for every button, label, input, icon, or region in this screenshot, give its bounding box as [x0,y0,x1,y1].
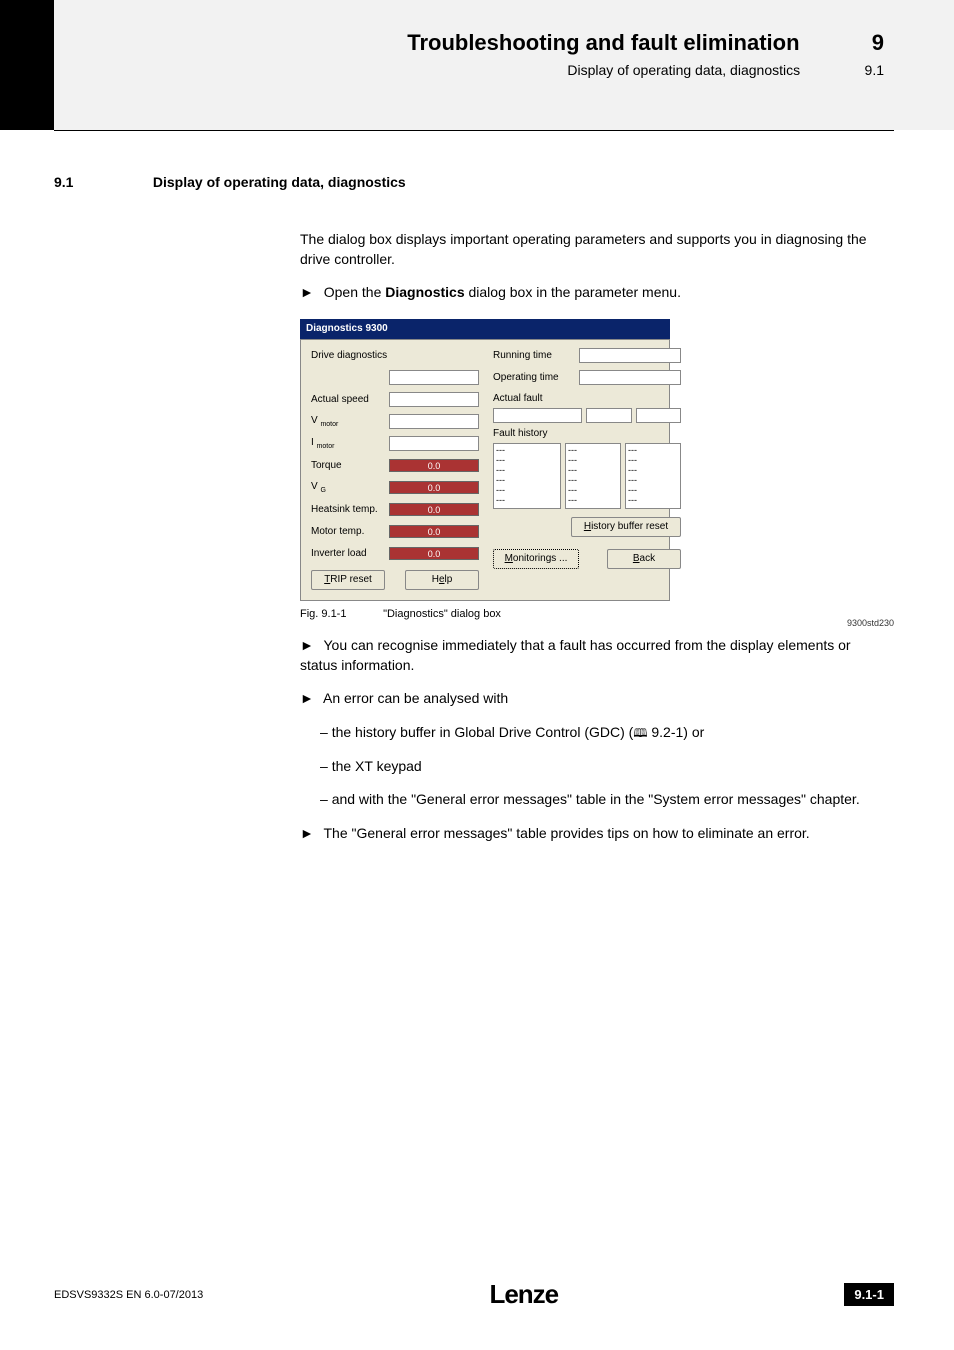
label-heatsink: Heatsink temp. [311,503,389,517]
section-heading: 9.1 Display of operating data, diagnosti… [54,174,894,190]
label-motor-temp: Motor temp. [311,525,389,539]
label-fault-history: Fault history [493,427,681,441]
label-operating-time: Operating time [493,371,579,385]
content-area: The dialog box displays important operat… [300,230,890,857]
fault-history-grid: ------------------ ------------------ --… [493,443,681,509]
label-v-motor: V motor [311,414,389,430]
bullet-tips: ► The "General error messages" table pro… [300,824,890,844]
help-button[interactable]: Help [405,570,479,590]
label-running-time: Running time [493,349,579,363]
actual-fault-field-3[interactable] [636,408,682,423]
chapter-title: Troubleshooting and fault elimination [407,30,799,56]
chapter-number: 9 [844,30,884,56]
figure-number: Fig. 9.1-1 [300,607,380,622]
i-motor-field[interactable] [389,436,479,451]
open-diagnostics-line: ► Open the Diagnostics dialog box in the… [300,283,890,303]
header-subtitle-num: 9.1 [844,62,884,78]
fault-col-3[interactable]: ------------------ [625,443,681,509]
label-inverter-load: Inverter load [311,547,389,561]
bullet-recognise-fault: ► You can recognise immediately that a f… [300,636,890,675]
dash-xt-keypad: – the XT keypad [320,757,890,777]
label-i-motor: I motor [311,436,389,452]
fault-col-1[interactable]: ------------------ [493,443,561,509]
monitorings-button[interactable]: Monitorings ... [493,549,579,569]
doc-id: EDSVS9332S EN 6.0-07/2013 [54,1289,203,1301]
heatsink-bar: 0.0 [389,503,479,516]
history-buffer-reset-button[interactable]: History buffer reset [571,517,681,537]
torque-bar: 0.0 [389,459,479,472]
diagnostics-dialog: Diagnostics 9300 Drive diagnostics Actua… [300,319,670,601]
back-button[interactable]: Back [607,549,681,569]
label-actual-fault: Actual fault [493,392,681,406]
figure-caption-text: "Diagnostics" dialog box [383,608,501,620]
arrow-icon: ► [300,690,314,706]
figure-caption: Fig. 9.1-1 "Diagnostics" dialog box [300,607,890,622]
open-suffix: dialog box in the parameter menu. [465,284,681,300]
motor-temp-bar: 0.0 [389,525,479,538]
running-time-field[interactable] [579,348,681,363]
page-number: 9.1-1 [844,1283,894,1306]
section-title: Display of operating data, diagnostics [153,174,406,190]
trip-reset-button[interactable]: TRIP reset [311,570,385,590]
figure-reference-code: 9300std230 [847,618,894,628]
label-drive-diagnostics: Drive diagnostics [311,349,389,363]
inverter-load-bar: 0.0 [389,547,479,560]
arrow-icon: ► [300,637,314,653]
book-icon: 🕮 [633,726,647,740]
section-number: 9.1 [54,174,149,190]
actual-speed-field[interactable] [389,392,479,407]
open-prefix: Open the [324,284,386,300]
intro-paragraph: The dialog box displays important operat… [300,230,890,269]
arrow-icon: ► [300,284,314,300]
v-motor-field[interactable] [389,414,479,429]
dash-history-buffer: – the history buffer in Global Drive Con… [320,723,890,743]
actual-fault-field-1[interactable] [493,408,582,423]
label-vg: V G [311,480,389,496]
header-divider [54,130,894,131]
bullet-error-analysed: ► An error can be analysed with [300,689,890,709]
fault-col-2[interactable]: ------------------ [565,443,621,509]
drive-diagnostics-field[interactable] [389,370,479,385]
header-subtitle: Display of operating data, diagnostics [567,62,800,78]
dialog-right-column: Running time Operating time Actual fault… [493,348,681,590]
vg-bar: 0.0 [389,481,479,494]
arrow-icon: ► [300,825,314,841]
left-black-bar [0,0,54,130]
open-bold: Diagnostics [385,284,464,300]
actual-fault-field-2[interactable] [586,408,632,423]
dialog-titlebar: Diagnostics 9300 [300,319,670,339]
page-header: Troubleshooting and fault elimination 9 … [54,0,954,130]
dialog-body: Drive diagnostics Actual speed V motor I… [300,339,670,601]
operating-time-field[interactable] [579,370,681,385]
label-actual-speed: Actual speed [311,393,389,407]
label-torque: Torque [311,459,389,473]
page-footer: EDSVS9332S EN 6.0-07/2013 Lenze 9.1-1 [54,1279,894,1310]
brand-logo: Lenze [489,1279,558,1310]
dialog-left-column: Drive diagnostics Actual speed V motor I… [311,348,479,590]
dash-general-error: – and with the "General error messages" … [320,790,890,810]
